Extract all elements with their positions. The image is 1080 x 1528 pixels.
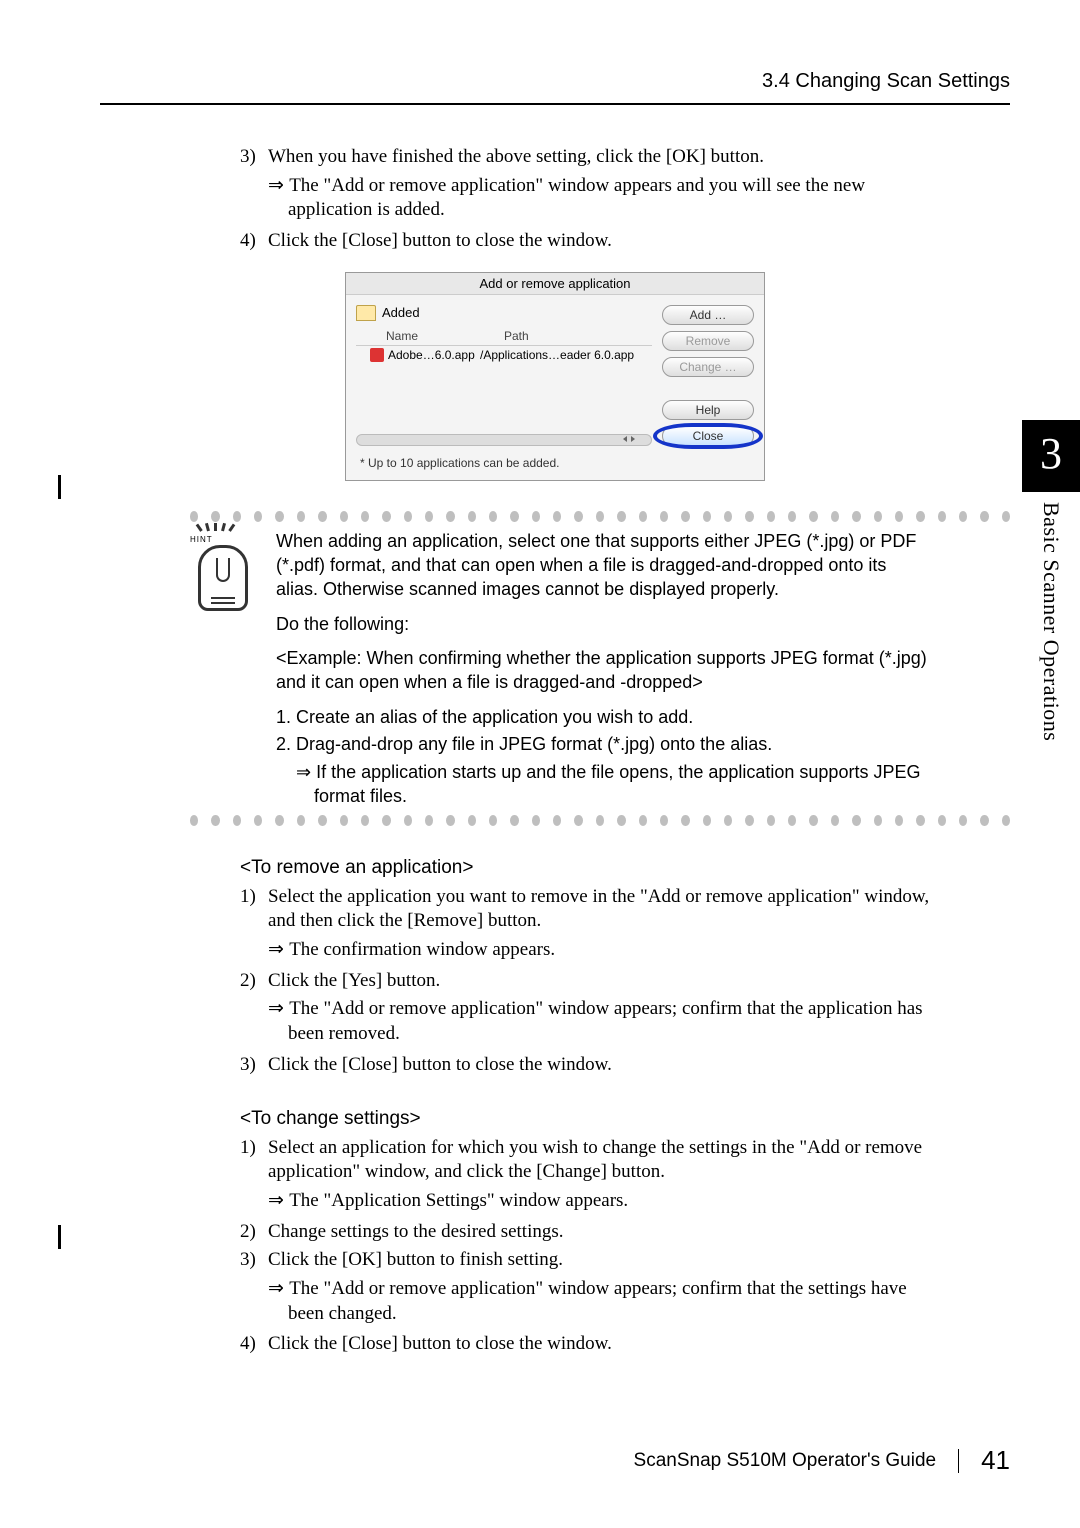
step-number: 2) bbox=[240, 969, 268, 994]
dialog-screenshot: Add or remove application Added Name Pat… bbox=[345, 272, 765, 481]
add-button[interactable]: Add … bbox=[662, 305, 754, 325]
step-result-text: The "Application Settings" window appear… bbox=[289, 1190, 628, 1211]
step-result-text: The "Add or remove application" window a… bbox=[288, 175, 865, 221]
page-footer: ScanSnap S510M Operator's Guide 41 bbox=[634, 1445, 1010, 1476]
hint-paragraph: When adding an application, select one t… bbox=[276, 529, 930, 602]
hint-list-item: Drag-and-drop any file in JPEG format (*… bbox=[296, 732, 930, 756]
hint-label: HINT bbox=[190, 535, 213, 544]
step-result: ⇒ The "Add or remove application" window… bbox=[268, 997, 930, 1046]
page-number: 41 bbox=[981, 1445, 1010, 1476]
step-number: 3) bbox=[240, 1248, 268, 1273]
section-header: 3.4 Changing Scan Settings bbox=[100, 70, 1010, 105]
remove-button[interactable]: Remove bbox=[662, 331, 754, 351]
step-text: Click the [OK] button to finish setting. bbox=[268, 1248, 930, 1273]
revision-bar bbox=[58, 475, 61, 499]
pdf-icon bbox=[370, 348, 384, 362]
step-number: 1) bbox=[240, 885, 268, 934]
dot-rule bbox=[190, 511, 1010, 523]
step-result: ⇒ The "Add or remove application" window… bbox=[268, 1277, 930, 1326]
step-text: Select the application you want to remov… bbox=[268, 885, 930, 934]
dialog-footnote: * Up to 10 applications can be added. bbox=[346, 452, 764, 480]
step-text: Change settings to the desired settings. bbox=[268, 1220, 930, 1245]
cell-name: Adobe…6.0.app bbox=[388, 348, 480, 362]
help-button[interactable]: Help bbox=[662, 400, 754, 420]
hint-paragraph: <Example: When confirming whether the ap… bbox=[276, 646, 930, 695]
lightbulb-icon bbox=[198, 545, 248, 611]
chapter-tab: 3 Basic Scanner Operations bbox=[1022, 420, 1080, 842]
revision-bar bbox=[58, 1225, 61, 1249]
step-number: 2) bbox=[240, 1220, 268, 1245]
lightbulb-rays bbox=[200, 523, 231, 531]
step-result: ⇒ The "Add or remove application" window… bbox=[268, 174, 930, 223]
chapter-title: Basic Scanner Operations bbox=[1022, 492, 1064, 842]
footer-separator bbox=[958, 1449, 959, 1473]
hint-result-text: If the application starts up and the fil… bbox=[314, 762, 920, 806]
hint-paragraph: Do the following: bbox=[276, 612, 930, 636]
close-button[interactable]: Close bbox=[662, 426, 754, 446]
step-result-text: The "Add or remove application" window a… bbox=[288, 1278, 907, 1324]
table-row[interactable]: Adobe…6.0.app /Applications…eader 6.0.ap… bbox=[356, 346, 652, 364]
step-result-text: The "Add or remove application" window a… bbox=[288, 998, 923, 1044]
step-text: When you have finished the above setting… bbox=[268, 145, 930, 170]
guide-title: ScanSnap S510M Operator's Guide bbox=[634, 1450, 937, 1472]
step-text: Click the [Close] button to close the wi… bbox=[268, 1053, 930, 1078]
change-button[interactable]: Change … bbox=[662, 357, 754, 377]
step-text: Click the [Close] button to close the wi… bbox=[268, 1332, 930, 1357]
step-number: 3) bbox=[240, 1053, 268, 1078]
step-text: Select an application for which you wish… bbox=[268, 1136, 930, 1185]
hint-list-item: Create an alias of the application you w… bbox=[296, 705, 930, 729]
dot-rule bbox=[190, 815, 1010, 827]
chapter-number: 3 bbox=[1022, 420, 1080, 492]
step-result: ⇒ The confirmation window appears. bbox=[268, 938, 930, 963]
hint-result: ⇒ If the application starts up and the f… bbox=[296, 760, 930, 809]
step-number: 4) bbox=[240, 229, 268, 254]
subheading-remove: <To remove an application> bbox=[240, 857, 1010, 879]
step-number: 1) bbox=[240, 1136, 268, 1185]
step-number: 4) bbox=[240, 1332, 268, 1357]
col-header-name: Name bbox=[356, 327, 500, 345]
subheading-change: <To change settings> bbox=[240, 1108, 1010, 1130]
dialog-title: Add or remove application bbox=[346, 273, 764, 295]
group-label: Added bbox=[382, 305, 420, 320]
step-result-text: The confirmation window appears. bbox=[289, 939, 555, 960]
step-number: 3) bbox=[240, 145, 268, 170]
cell-path: /Applications…eader 6.0.app bbox=[480, 348, 652, 362]
step-result: ⇒ The "Application Settings" window appe… bbox=[268, 1189, 930, 1214]
step-text: Click the [Close] button to close the wi… bbox=[268, 229, 930, 254]
step-text: Click the [Yes] button. bbox=[268, 969, 930, 994]
col-header-path: Path bbox=[500, 327, 652, 345]
scrollbar[interactable] bbox=[356, 434, 652, 446]
folder-icon bbox=[356, 305, 376, 321]
